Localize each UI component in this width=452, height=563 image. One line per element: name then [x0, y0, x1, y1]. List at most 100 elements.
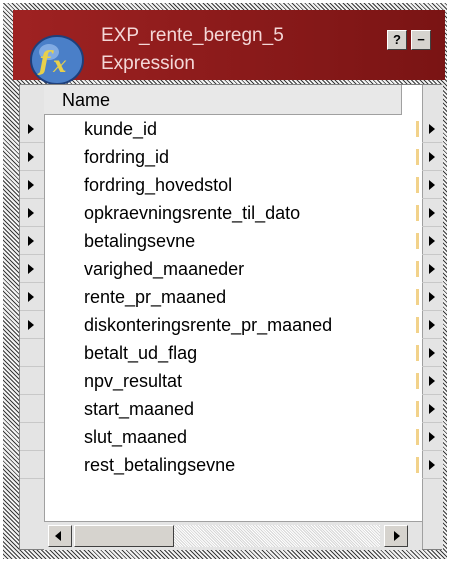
output-port-arrow-icon — [429, 208, 435, 218]
port-type-marker — [416, 345, 419, 361]
port-type-marker — [416, 457, 419, 473]
ports-grid: Name kunde_id fordring_id fordring_hovedst… — [19, 84, 443, 550]
output-port-arrow-icon — [429, 152, 435, 162]
input-port-arrow-icon — [28, 152, 34, 162]
input-port-cell[interactable] — [20, 311, 44, 339]
output-port-cell[interactable] — [422, 255, 442, 283]
port-name: fordring_id — [84, 147, 170, 167]
port-row[interactable]: fordring_id — [20, 143, 442, 171]
port-type-marker — [416, 121, 419, 137]
port-name: rest_betalingsevne — [84, 455, 236, 475]
minimize-button[interactable]: − — [411, 30, 431, 50]
window-title: EXP_rente_beregn_5 — [101, 25, 284, 46]
output-port-arrow-icon — [429, 292, 435, 302]
output-port-cell[interactable] — [422, 339, 442, 367]
port-name: varighed_maaneder — [84, 259, 245, 279]
port-name: kunde_id — [84, 119, 158, 139]
expression-transformation-icon: f x — [30, 35, 84, 85]
port-row[interactable]: fordring_hovedstol — [20, 171, 442, 199]
port-row[interactable]: slut_maaned — [20, 423, 442, 451]
output-port-arrow-icon — [429, 348, 435, 358]
port-type-marker — [416, 289, 419, 305]
port-row[interactable]: varighed_maaneder — [20, 255, 442, 283]
port-type-marker — [416, 233, 419, 249]
output-port-arrow-icon — [429, 432, 435, 442]
input-port-arrow-icon — [28, 264, 34, 274]
port-row[interactable]: rest_betalingsevne — [20, 451, 442, 479]
output-port-cell[interactable] — [422, 395, 442, 423]
output-port-cell[interactable] — [422, 227, 442, 255]
output-port-cell[interactable] — [422, 311, 442, 339]
port-type-marker — [416, 429, 419, 445]
output-port-arrow-icon — [429, 376, 435, 386]
output-port-arrow-icon — [429, 124, 435, 134]
output-port-arrow-icon — [429, 460, 435, 470]
output-port-arrow-icon — [429, 236, 435, 246]
port-name: fordring_hovedstol — [84, 175, 233, 195]
port-type-marker — [416, 317, 419, 333]
input-port-cell[interactable] — [20, 395, 44, 423]
port-name: slut_maaned — [84, 427, 188, 447]
port-type-marker — [416, 149, 419, 165]
scroll-right-icon[interactable] — [384, 525, 408, 547]
output-port-cell[interactable] — [422, 115, 442, 143]
output-port-arrow-icon — [429, 404, 435, 414]
port-name: diskonteringsrente_pr_maaned — [84, 315, 333, 335]
output-port-arrow-icon — [429, 180, 435, 190]
output-port-cell[interactable] — [422, 199, 442, 227]
input-port-arrow-icon — [28, 320, 34, 330]
svg-text:x: x — [52, 52, 67, 78]
output-port-arrow-icon — [429, 320, 435, 330]
port-row[interactable]: opkraevningsrente_til_dato — [20, 199, 442, 227]
port-row[interactable]: kunde_id — [20, 115, 442, 143]
horizontal-scrollbar[interactable] — [44, 521, 422, 550]
input-port-cell[interactable] — [20, 367, 44, 395]
output-port-arrow-icon — [429, 264, 435, 274]
port-row[interactable]: rente_pr_maaned — [20, 283, 442, 311]
input-port-arrow-icon — [28, 292, 34, 302]
output-port-cell[interactable] — [422, 423, 442, 451]
input-port-cell[interactable] — [20, 339, 44, 367]
input-port-arrow-icon — [28, 180, 34, 190]
port-type-marker — [416, 401, 419, 417]
port-type-marker — [416, 261, 419, 277]
port-type-marker — [416, 177, 419, 193]
port-row[interactable]: betalt_ud_flag — [20, 339, 442, 367]
scrollbar-track[interactable] — [174, 525, 380, 547]
input-port-cell[interactable] — [20, 171, 44, 199]
input-port-arrow-icon — [28, 236, 34, 246]
input-port-arrow-icon — [28, 208, 34, 218]
output-port-cell[interactable] — [422, 283, 442, 311]
scroll-left-icon[interactable] — [48, 525, 72, 547]
input-port-cell[interactable] — [20, 227, 44, 255]
port-name: betalt_ud_flag — [84, 343, 198, 363]
scrollbar-thumb[interactable] — [74, 525, 174, 547]
port-name: opkraevningsrente_til_dato — [84, 203, 301, 223]
help-button[interactable]: ? — [387, 30, 407, 50]
input-port-arrow-icon — [28, 124, 34, 134]
input-port-cell[interactable] — [20, 451, 44, 479]
input-port-cell[interactable] — [20, 115, 44, 143]
port-name: npv_resultat — [84, 371, 183, 391]
port-row[interactable]: start_maaned — [20, 395, 442, 423]
output-port-cell[interactable] — [422, 143, 442, 171]
output-port-cell[interactable] — [422, 451, 442, 479]
column-header-name[interactable]: Name — [44, 85, 402, 115]
port-type-marker — [416, 373, 419, 389]
input-port-cell[interactable] — [20, 143, 44, 171]
output-port-cell[interactable] — [422, 171, 442, 199]
port-name: rente_pr_maaned — [84, 287, 227, 307]
port-row[interactable]: diskonteringsrente_pr_maaned — [20, 311, 442, 339]
input-port-cell[interactable] — [20, 255, 44, 283]
window-header[interactable]: f x EXP_rente_beregn_5 Expression ? − — [13, 10, 445, 85]
port-name: betalingsevne — [84, 231, 196, 251]
input-port-cell[interactable] — [20, 199, 44, 227]
port-type-marker — [416, 205, 419, 221]
window-subtitle: Expression — [101, 53, 195, 74]
input-port-cell[interactable] — [20, 283, 44, 311]
port-row[interactable]: betalingsevne — [20, 227, 442, 255]
input-port-cell[interactable] — [20, 423, 44, 451]
output-port-cell[interactable] — [422, 367, 442, 395]
port-row[interactable]: npv_resultat — [20, 367, 442, 395]
port-name: start_maaned — [84, 399, 195, 419]
